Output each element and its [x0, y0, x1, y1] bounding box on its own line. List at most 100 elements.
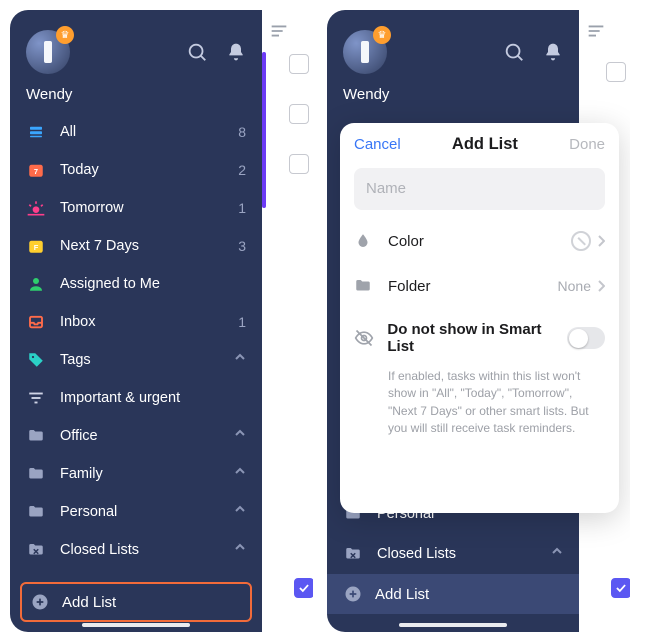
add-list-button[interactable]: Add List [20, 582, 252, 622]
sidebar-item-label: Tags [60, 352, 91, 368]
chevron-up-icon [234, 352, 246, 368]
sidebar-item-label: Office [60, 428, 98, 444]
sidebar-item-label: Personal [60, 504, 117, 520]
task-checkbox[interactable] [289, 54, 309, 74]
chevron-up-icon [234, 504, 246, 520]
sidebar-item-label: Inbox [60, 314, 95, 330]
done-button[interactable]: Done [569, 136, 605, 153]
chevron-right-icon [597, 280, 605, 292]
no-color-icon [571, 231, 591, 251]
sidebar-item-count: 1 [238, 200, 246, 216]
sidebar-item-label: Closed Lists [60, 542, 139, 558]
inbox-icon [26, 312, 46, 332]
sidebar-item-inbox[interactable]: Inbox 1 [10, 303, 262, 341]
tag-icon [26, 350, 46, 370]
home-indicator [399, 623, 507, 627]
sidebar-item-closed[interactable]: Closed Lists [327, 534, 579, 574]
sidebar-item-label: Tomorrow [60, 200, 124, 216]
sidebar-item-personal[interactable]: Personal [10, 493, 262, 531]
home-indicator [82, 623, 190, 627]
folder-icon [354, 277, 376, 295]
screenshot-left: ♛ Wendy All 8 7 Today 2 Tomorrow 1 F Next 7 Days… [10, 10, 313, 632]
sidebar-item-office[interactable]: Office [10, 417, 262, 455]
search-icon[interactable] [186, 41, 208, 63]
sidebar-item-assigned[interactable]: Assigned to Me [10, 265, 262, 303]
chevron-up-icon [234, 466, 246, 482]
sidebar-item-important[interactable]: Important & urgent [10, 379, 262, 417]
task-checkbox[interactable] [289, 104, 309, 124]
sidebar-item-label: Family [60, 466, 103, 482]
calendar-f-icon: F [26, 236, 46, 256]
person-icon [26, 274, 46, 294]
folder-row[interactable]: Folder None [354, 264, 605, 308]
sidebar-item-today[interactable]: 7 Today 2 [10, 151, 262, 189]
user-name[interactable]: Wendy [10, 80, 262, 113]
sidebar-item-label: Closed Lists [377, 546, 456, 562]
smart-list-switch[interactable] [567, 327, 605, 349]
smart-list-hint: If enabled, tasks within this list won't… [354, 368, 605, 438]
folder-value: None [558, 278, 591, 294]
list-name-input[interactable]: Name [354, 168, 605, 210]
add-list-label: Add List [375, 586, 429, 603]
sunrise-icon [26, 198, 46, 218]
task-checkbox-checked[interactable] [294, 578, 313, 598]
cancel-button[interactable]: Cancel [354, 136, 401, 153]
screenshot-right: ♛ Wendy PersonalClosed Lists Ad [327, 10, 630, 632]
chevron-up-icon [234, 428, 246, 444]
bell-icon[interactable] [226, 41, 246, 63]
chevron-up-icon [234, 542, 246, 558]
svg-text:7: 7 [34, 167, 38, 176]
task-checkbox[interactable] [606, 62, 626, 82]
sidebar-left: ♛ Wendy All 8 7 Today 2 Tomorrow 1 F Next 7 Days… [10, 10, 262, 632]
chevron-up-icon [551, 546, 563, 562]
sidebar-item-label: Important & urgent [60, 390, 180, 406]
plus-circle-icon [30, 592, 50, 612]
chevron-right-icon [597, 235, 605, 247]
sidebar-item-count: 2 [238, 162, 246, 178]
add-list-label: Add List [62, 594, 116, 611]
sidebar-item-tomorrow[interactable]: Tomorrow 1 [10, 189, 262, 227]
sidebar-item-count: 3 [238, 238, 246, 254]
modal-title: Add List [452, 135, 518, 154]
menu-icon[interactable] [585, 20, 607, 47]
plus-circle-icon [343, 584, 363, 604]
svg-text:F: F [34, 243, 39, 252]
user-name[interactable]: Wendy [327, 80, 579, 113]
sidebar-item-tags[interactable]: Tags [10, 341, 262, 379]
sidebar-item-label: Next 7 Days [60, 238, 139, 254]
folder-icon [26, 502, 46, 522]
calendar-7-icon: 7 [26, 160, 46, 180]
eye-off-icon [354, 328, 375, 348]
sidebar-item-label: Assigned to Me [60, 276, 160, 292]
task-checkbox-checked[interactable] [611, 578, 630, 598]
name-placeholder: Name [366, 180, 406, 197]
avatar[interactable]: ♛ [26, 30, 70, 74]
avatar[interactable]: ♛ [343, 30, 387, 74]
premium-crown-icon: ♛ [373, 26, 391, 44]
search-icon[interactable] [503, 41, 525, 63]
folder-label: Folder [388, 278, 431, 295]
folder-icon [26, 464, 46, 484]
drop-icon [354, 232, 376, 250]
menu-icon[interactable] [268, 20, 290, 47]
color-row[interactable]: Color [354, 218, 605, 264]
sidebar-item-next7[interactable]: F Next 7 Days 3 [10, 227, 262, 265]
sidebar-item-count: 1 [238, 314, 246, 330]
sidebar-item-label: Today [60, 162, 99, 178]
stack-icon [26, 122, 46, 142]
task-checkbox[interactable] [289, 154, 309, 174]
bell-icon[interactable] [543, 41, 563, 63]
smart-list-toggle-row: Do not show in Smart List [354, 308, 605, 368]
add-list-button[interactable]: Add List [327, 574, 579, 614]
color-label: Color [388, 233, 424, 250]
sidebar-item-label: All [60, 124, 76, 140]
sidebar-item-count: 8 [238, 124, 246, 140]
smart-list-label: Do not show in Smart List [387, 321, 567, 355]
add-list-modal: Cancel Add List Done Name Color [340, 123, 619, 513]
task-pane-peek-left [262, 10, 313, 632]
folder-icon [343, 544, 363, 564]
sidebar-item-family[interactable]: Family [10, 455, 262, 493]
sidebar-item-closed[interactable]: Closed Lists [10, 531, 262, 569]
sidebar-item-all[interactable]: All 8 [10, 113, 262, 151]
folder-x-icon [26, 540, 46, 560]
